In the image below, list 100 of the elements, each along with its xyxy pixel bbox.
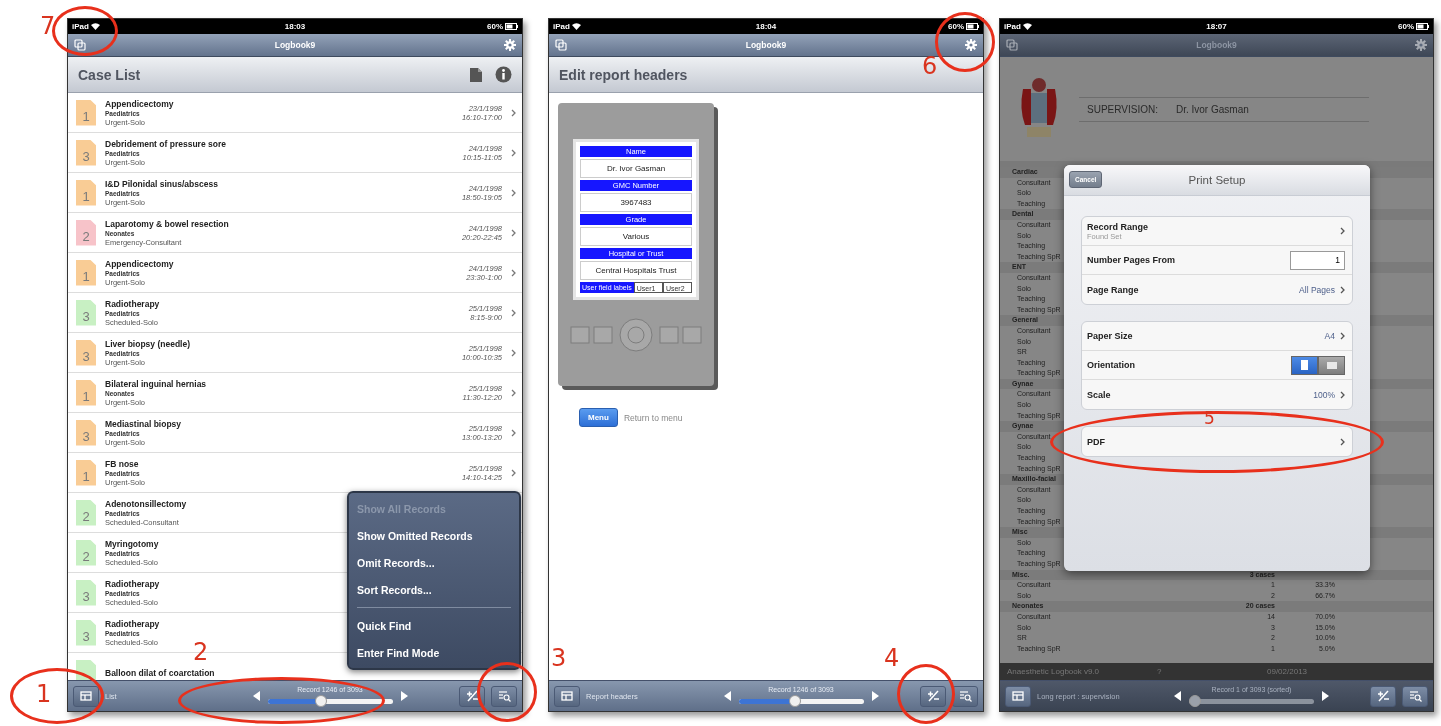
- edit-records-button[interactable]: [1370, 685, 1396, 707]
- settings-icon[interactable]: [504, 39, 516, 51]
- find-button[interactable]: [952, 685, 978, 707]
- case-title[interactable]: Laparotomy & bowel resection: [105, 218, 229, 229]
- setting-value: All Pages: [1299, 284, 1335, 295]
- case-title[interactable]: Radiotherapy: [105, 578, 160, 589]
- status-time: 18:04: [755, 22, 777, 31]
- copy-icon[interactable]: [74, 39, 86, 51]
- case-title[interactable]: Appendicectomy: [105, 98, 174, 109]
- chevron-icon: [511, 308, 516, 317]
- next-arrow-icon[interactable]: [400, 691, 408, 701]
- next-arrow-icon[interactable]: [871, 691, 879, 701]
- menu-item[interactable]: Omit Records...: [349, 549, 519, 576]
- copy-icon[interactable]: [1006, 39, 1018, 51]
- setting-row[interactable]: Paper Size A4: [1082, 322, 1352, 351]
- slider-thumb[interactable]: [1189, 694, 1201, 707]
- portrait-button[interactable]: [1291, 355, 1318, 375]
- find-button[interactable]: [1402, 685, 1428, 707]
- case-title[interactable]: Adenotonsillectomy: [105, 498, 187, 509]
- record-slider[interactable]: [738, 694, 864, 707]
- previous-arrow-icon[interactable]: [252, 691, 260, 701]
- wifi-icon: [571, 23, 581, 30]
- case-title[interactable]: Balloon dilat of coarctation: [105, 667, 215, 678]
- case-title[interactable]: Liver biopsy (needle): [105, 338, 191, 349]
- layout-icon: [561, 691, 573, 701]
- menu-item[interactable]: Quick Find: [349, 612, 519, 639]
- setting-row[interactable]: Page Range All Pages: [1082, 275, 1352, 304]
- slider-thumb[interactable]: [789, 694, 802, 707]
- setting-row[interactable]: Scale 100%: [1082, 380, 1352, 409]
- status-time: 18:03: [284, 22, 306, 31]
- field-value[interactable]: Central Hospitals Trust: [580, 261, 692, 280]
- find-button[interactable]: [491, 685, 517, 707]
- menu-button[interactable]: Menu: [579, 408, 618, 427]
- previous-arrow-icon[interactable]: [1174, 691, 1181, 701]
- chevron-icon: [511, 268, 516, 277]
- settings-icon[interactable]: [965, 39, 977, 51]
- chevron-icon: [1340, 437, 1345, 446]
- case-title[interactable]: Bilateral inguinal hernias: [105, 378, 207, 389]
- case-title[interactable]: Radiotherapy: [105, 298, 160, 309]
- case-title[interactable]: Debridement of pressure sore: [105, 138, 226, 149]
- chevron-icon: [511, 188, 516, 197]
- grade-icon: 1: [76, 99, 96, 126]
- wifi-icon: [90, 23, 100, 30]
- field-value[interactable]: Various: [580, 227, 692, 246]
- plus-minus-icon: [926, 690, 940, 702]
- footer-date: 09/02/2013: [1267, 667, 1309, 676]
- edit-records-button[interactable]: [920, 685, 946, 707]
- page-title: Edit report headers: [559, 66, 688, 83]
- find-icon: [497, 690, 511, 702]
- field-value[interactable]: 3967483: [580, 193, 692, 212]
- grade-icon: 1: [76, 259, 96, 286]
- layout-icon: [80, 691, 92, 701]
- case-title[interactable]: Appendicectomy: [105, 258, 174, 269]
- grade-icon: 3: [76, 579, 96, 606]
- chevron-icon: [1340, 227, 1345, 235]
- find-icon: [1408, 690, 1422, 702]
- record-slider[interactable]: [267, 694, 393, 707]
- page-number-field[interactable]: 1: [1290, 250, 1345, 270]
- menu-item[interactable]: Sort Records...: [349, 576, 519, 603]
- page-title: Case List: [78, 66, 141, 83]
- chevron-icon: [511, 108, 516, 117]
- annotation-number: 7: [40, 14, 56, 38]
- layout-button[interactable]: [1005, 685, 1031, 707]
- footer-page: ?: [1157, 667, 1163, 676]
- annotation-number: 6: [922, 54, 938, 78]
- grade-icon: 2: [76, 539, 96, 566]
- record-slider[interactable]: [1189, 694, 1314, 707]
- layout-button[interactable]: [73, 685, 99, 707]
- settings-icon[interactable]: [1415, 39, 1427, 51]
- copy-icon[interactable]: [555, 39, 567, 51]
- battery-level: 60%: [1398, 22, 1414, 31]
- field-value[interactable]: Dr. Ivor Gasman: [580, 159, 692, 178]
- setting-row[interactable]: PDF: [1082, 427, 1352, 456]
- chevron-icon: [511, 228, 516, 237]
- plus-minus-icon: [465, 690, 479, 702]
- setting-label: Paper Size: [1087, 331, 1133, 341]
- case-title[interactable]: I&D Pilonidal sinus/abscess: [105, 178, 218, 189]
- annotation-number: 1: [36, 682, 52, 706]
- grade-icon: 1: [76, 379, 96, 406]
- info-icon[interactable]: [495, 66, 512, 83]
- landscape-button[interactable]: [1318, 355, 1345, 375]
- annotation-number: 2: [193, 640, 209, 664]
- app-title: Logbook9: [745, 40, 787, 50]
- case-title[interactable]: Myringotomy: [105, 538, 159, 549]
- battery-level: 60%: [948, 22, 964, 31]
- document-icon[interactable]: [469, 66, 483, 83]
- next-arrow-icon[interactable]: [1322, 691, 1329, 701]
- slider-thumb[interactable]: [314, 694, 327, 707]
- case-title[interactable]: FB nose: [105, 458, 139, 469]
- layout-button[interactable]: [554, 685, 580, 707]
- menu-item[interactable]: Enter Find Mode: [349, 639, 519, 666]
- edit-records-button[interactable]: [459, 685, 485, 707]
- report-heading: SUPERVISION:: [1087, 103, 1158, 115]
- previous-arrow-icon[interactable]: [723, 691, 731, 701]
- menu-item[interactable]: Show Omitted Records: [349, 522, 519, 549]
- case-title[interactable]: Radiotherapy: [105, 618, 160, 629]
- status-time: 18:07: [1206, 22, 1227, 31]
- chevron-icon: [511, 148, 516, 157]
- case-title[interactable]: Mediastinal biopsy: [105, 418, 182, 429]
- battery-icon: [966, 23, 979, 30]
